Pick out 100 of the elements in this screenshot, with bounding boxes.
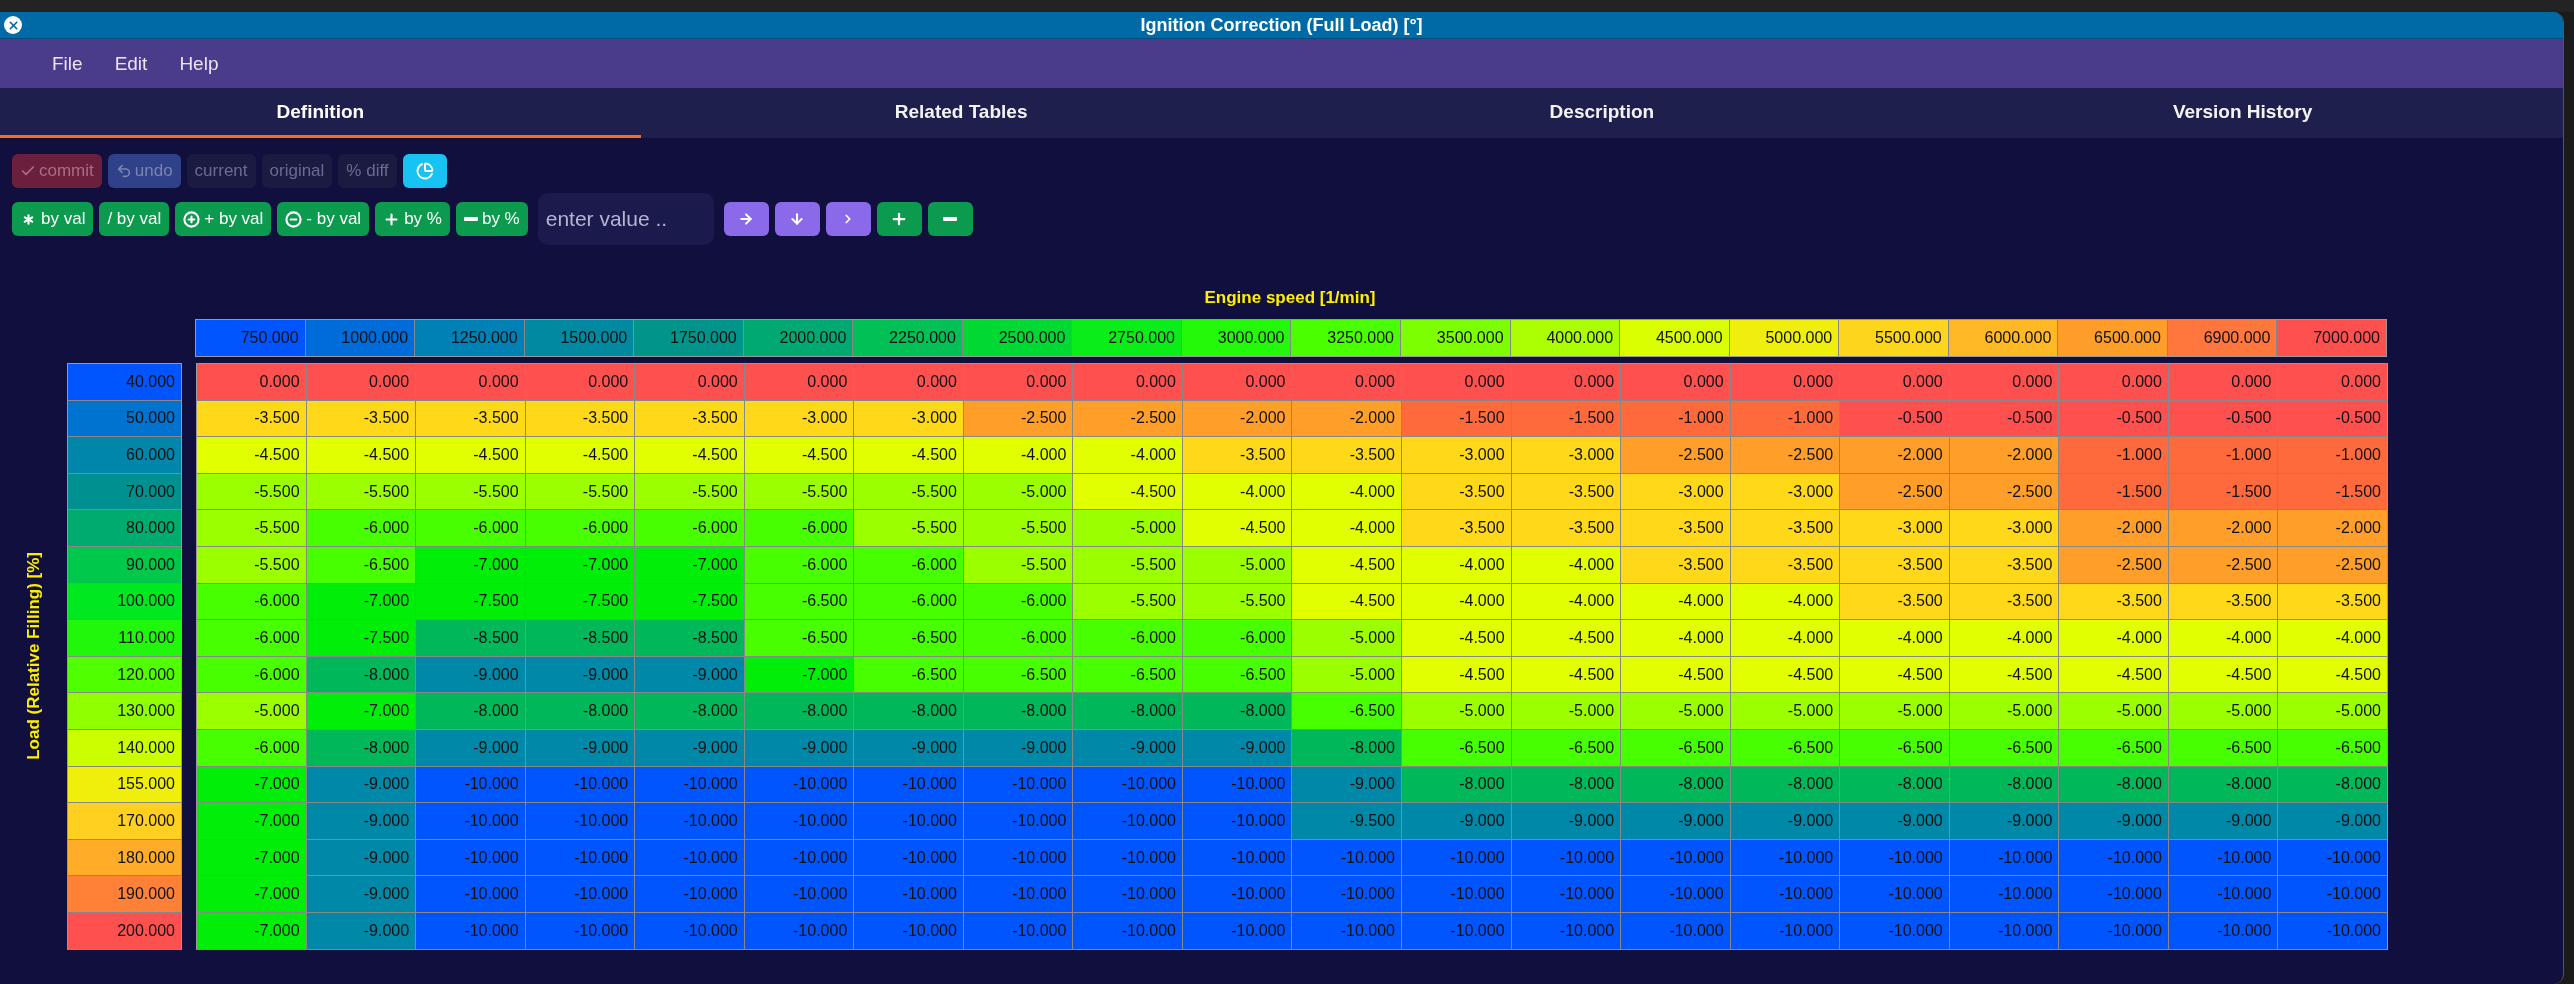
table-cell: -9.000 xyxy=(635,729,745,767)
table-cell: -5.000 xyxy=(1073,510,1183,547)
add-percent-button[interactable]: by % xyxy=(375,202,450,236)
tab[interactable]: Description xyxy=(1281,88,1923,138)
chart-button[interactable] xyxy=(402,154,447,188)
tab[interactable]: Related Tables xyxy=(640,88,1282,138)
table-cell: 0.000 xyxy=(1511,364,1622,401)
table-cell: -8.000 xyxy=(2278,766,2387,804)
decrease-button[interactable] xyxy=(927,202,973,236)
table-cell: -10.000 xyxy=(1073,766,1183,804)
table-cell: -3.500 xyxy=(197,400,307,438)
table-cell: -10.000 xyxy=(744,876,855,913)
table-cell: -9.000 xyxy=(1182,729,1293,767)
table-cell: -7.000 xyxy=(416,546,526,584)
table-cell: -4.500 xyxy=(1621,656,1731,694)
fill-right-button[interactable] xyxy=(723,202,769,236)
table-cell: -3.500 xyxy=(525,400,636,438)
table-cell: -10.000 xyxy=(1949,839,2060,877)
table-cell: -10.000 xyxy=(1182,876,1293,913)
table-cell: -8.000 xyxy=(1292,729,1402,767)
table-cell: -9.000 xyxy=(1949,803,2060,840)
divide-button[interactable]: / by val xyxy=(99,202,170,236)
table-cell: -7.000 xyxy=(197,912,307,950)
table-cell: -10.000 xyxy=(1402,912,1512,950)
table-cell: -3.500 xyxy=(1840,546,1950,584)
table-cell: -4.500 xyxy=(635,437,745,474)
menu-item[interactable]: Edit xyxy=(104,48,158,79)
tab[interactable]: Version History xyxy=(1922,88,2563,138)
value-input-field[interactable]: enter value .. xyxy=(537,193,714,245)
table-cell: -4.500 xyxy=(1730,656,1841,694)
table-cell: -1.000 xyxy=(2278,437,2387,474)
next-button[interactable] xyxy=(825,202,871,236)
table-cell: -2.000 xyxy=(2278,510,2387,547)
table-cell: -9.000 xyxy=(306,803,417,840)
table-cell: 0.000 xyxy=(854,364,964,401)
table-cell: -4.500 xyxy=(416,437,526,474)
table-cell: -4.000 xyxy=(1511,583,1622,621)
increase-button[interactable] xyxy=(876,202,922,236)
table-cell: -7.500 xyxy=(416,583,526,621)
table-cell: -10.000 xyxy=(2278,839,2387,877)
table-cell: -3.500 xyxy=(1730,546,1841,584)
table-cell: -10.000 xyxy=(1073,876,1183,913)
table-cell: -9.000 xyxy=(1292,766,1402,804)
table-cell: -10.000 xyxy=(1402,876,1512,913)
menu-item[interactable]: Help xyxy=(169,48,229,79)
table-cell: -5.500 xyxy=(197,546,307,584)
table-cell: 0.000 xyxy=(1621,364,1731,401)
table-cell: -10.000 xyxy=(635,876,745,913)
column-header: 4000.000 xyxy=(1510,320,1621,356)
table-cell: -7.000 xyxy=(197,876,307,913)
table-cell: -10.000 xyxy=(854,839,964,877)
table-cell: -6.500 xyxy=(1840,729,1950,767)
tab[interactable]: Definition xyxy=(0,88,641,138)
table-cell: -6.500 xyxy=(854,620,964,657)
multiply-button[interactable]: by val xyxy=(12,202,94,236)
table-cell: -5.000 xyxy=(1182,546,1293,584)
menu-item[interactable]: File xyxy=(42,48,93,79)
subtract-value-button[interactable]: - by val xyxy=(277,202,370,236)
table-cell: -1.500 xyxy=(1402,400,1512,438)
column-header: 2750.000 xyxy=(1072,320,1182,356)
close-button[interactable] xyxy=(4,16,22,34)
table-cell: -6.500 xyxy=(1292,693,1402,730)
table-cell: -6.000 xyxy=(416,510,526,547)
table-cell: -10.000 xyxy=(2168,876,2279,913)
table-cell: 0.000 xyxy=(1730,364,1841,401)
row-header: 200.000 xyxy=(68,912,181,950)
table-cell: -5.000 xyxy=(2059,693,2169,730)
table-cell: -10.000 xyxy=(1511,912,1622,950)
table-cell: -7.000 xyxy=(306,583,417,621)
table-cell: -3.500 xyxy=(1840,583,1950,621)
table-cell: -3.000 xyxy=(1949,510,2060,547)
table-cell: -9.000 xyxy=(306,839,417,877)
table-cell: -10.000 xyxy=(744,839,855,877)
row-header: 100.000 xyxy=(68,583,181,621)
table-cell: -4.000 xyxy=(1402,583,1512,621)
table-cell: -10.000 xyxy=(854,912,964,950)
table-cell: -10.000 xyxy=(2168,839,2279,877)
table-cell: -6.500 xyxy=(1949,729,2060,767)
table-cell: -3.500 xyxy=(1402,473,1512,511)
table-cell: -6.000 xyxy=(635,510,745,547)
table-cell: -4.000 xyxy=(1073,437,1183,474)
table-cell: -9.000 xyxy=(635,656,745,694)
table-cell: -9.000 xyxy=(1840,803,1950,840)
table-cell: -3.500 xyxy=(1621,546,1731,584)
row-header: 155.000 xyxy=(68,766,181,804)
row-header: 40.000 xyxy=(68,364,181,401)
table-cell: -8.000 xyxy=(1402,766,1512,804)
table-cell: -10.000 xyxy=(1840,912,1950,950)
table-cell: -10.000 xyxy=(963,803,1074,840)
minus-circle-icon xyxy=(285,210,303,228)
table-cell: -10.000 xyxy=(1621,839,1731,877)
table-cell: -10.000 xyxy=(1840,876,1950,913)
fill-down-button[interactable] xyxy=(774,202,820,236)
column-header: 1250.000 xyxy=(415,320,525,356)
table-cell: -9.000 xyxy=(306,876,417,913)
add-value-button[interactable]: + by val xyxy=(175,202,272,236)
subtract-percent-button[interactable]: by % xyxy=(455,202,528,236)
table-cell: -6.000 xyxy=(197,583,307,621)
table-cell: -3.500 xyxy=(2168,583,2279,621)
table-cell: -8.000 xyxy=(1840,766,1950,804)
